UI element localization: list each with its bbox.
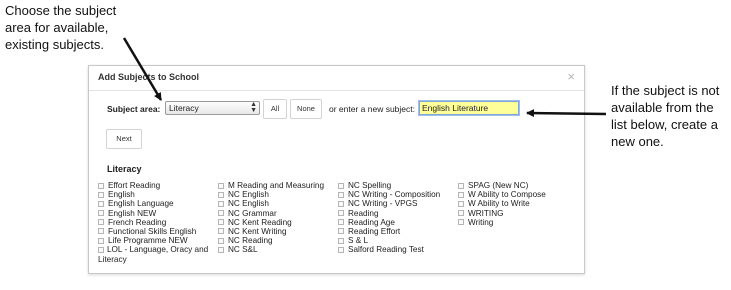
subject-checkbox-item[interactable]: English Language: [98, 199, 218, 208]
checkbox[interactable]: [98, 247, 104, 254]
subject-checkbox-item[interactable]: SPAG (New NC): [458, 181, 578, 190]
checkbox[interactable]: [458, 182, 464, 189]
subject-column-2: M Reading and Measuring NC English NC En…: [218, 181, 338, 255]
checkbox[interactable]: [338, 182, 344, 189]
checkbox[interactable]: [98, 182, 104, 189]
checkbox[interactable]: [338, 246, 344, 253]
subject-checkbox-item[interactable]: Functional Skills English: [98, 227, 218, 236]
all-button[interactable]: All: [263, 99, 287, 119]
subject-checkbox-item[interactable]: Reading: [338, 209, 458, 218]
subject-column-3: NC Spelling NC Writing - Composition NC …: [338, 181, 458, 255]
subject-checkbox-item[interactable]: NC Kent Reading: [218, 218, 338, 227]
new-subject-label: or enter a new subject:: [329, 104, 415, 114]
next-button[interactable]: Next: [106, 129, 142, 149]
subject-checkbox-item[interactable]: Salford Reading Test: [338, 245, 458, 254]
checkbox[interactable]: [218, 200, 224, 207]
checkbox[interactable]: [218, 219, 224, 226]
section-heading: Literacy: [107, 164, 142, 174]
subject-checkbox-item[interactable]: NC English: [218, 190, 338, 199]
subject-checkbox-item[interactable]: Life Programme NEW: [98, 236, 218, 245]
callout-left-text: Choose the subject area for available, e…: [5, 3, 117, 52]
checkbox[interactable]: [458, 200, 464, 207]
subject-checkbox-item[interactable]: W Ability to Write: [458, 199, 578, 208]
dialog-title: Add Subjects to School: [98, 72, 200, 82]
subject-checkbox-item[interactable]: Effort Reading: [98, 181, 218, 190]
subject-checkbox-item[interactable]: NC S&L: [218, 245, 338, 254]
subject-checkbox-item[interactable]: NC Grammar: [218, 209, 338, 218]
checkbox[interactable]: [98, 237, 104, 244]
callout-right-text: If the subject is not available from the…: [611, 83, 720, 149]
checkbox[interactable]: [218, 237, 224, 244]
subject-checkbox-item[interactable]: French Reading: [98, 218, 218, 227]
checkbox[interactable]: [458, 219, 464, 226]
checkbox[interactable]: [218, 246, 224, 253]
subject-area-select[interactable]: Literacy ▲ ▼: [165, 101, 260, 115]
subject-checkbox-item[interactable]: Writing: [458, 218, 578, 227]
subject-checkbox-item[interactable]: NC Kent Writing: [218, 227, 338, 236]
subject-checkbox-item[interactable]: English NEW: [98, 209, 218, 218]
subject-checkbox-item[interactable]: NC Spelling: [338, 181, 458, 190]
checkbox[interactable]: [218, 228, 224, 235]
subject-checkbox-item[interactable]: M Reading and Measuring: [218, 181, 338, 190]
checkbox[interactable]: [338, 191, 344, 198]
subject-checkbox-item[interactable]: LOL - Language, Oracy and Literacy: [98, 245, 218, 264]
checkbox[interactable]: [218, 182, 224, 189]
new-subject-input[interactable]: English Literature: [418, 100, 520, 116]
checkbox[interactable]: [338, 219, 344, 226]
subject-checkbox-item[interactable]: S & L: [338, 236, 458, 245]
add-subjects-dialog: Add Subjects to School × Subject area: L…: [88, 65, 585, 274]
subject-area-label: Subject area:: [107, 104, 161, 114]
subject-checkbox-item[interactable]: Reading Effort: [338, 227, 458, 236]
dialog-header: Add Subjects to School ×: [89, 66, 584, 91]
subject-area-row: Subject area: Literacy ▲ ▼ All None or en…: [107, 99, 577, 121]
none-button[interactable]: None: [290, 99, 322, 119]
select-arrows-icon: ▲ ▼: [250, 101, 257, 114]
subject-column-4: SPAG (New NC) W Ability to Compose W Abi…: [458, 181, 578, 227]
subject-column-1: Effort Reading English English Language …: [98, 181, 218, 264]
checkbox[interactable]: [458, 191, 464, 198]
checkbox[interactable]: [338, 210, 344, 217]
subject-checkbox-item[interactable]: English: [98, 190, 218, 199]
checkbox[interactable]: [98, 210, 104, 217]
checkbox[interactable]: [98, 228, 104, 235]
checkbox[interactable]: [338, 200, 344, 207]
subject-checkbox-item[interactable]: NC Writing - Composition: [338, 190, 458, 199]
checkbox[interactable]: [98, 191, 104, 198]
checkbox[interactable]: [458, 210, 464, 217]
checkbox[interactable]: [98, 219, 104, 226]
subject-checkbox-item[interactable]: Reading Age: [338, 218, 458, 227]
subject-checkbox-item[interactable]: WRITING: [458, 209, 578, 218]
subject-checkbox-item[interactable]: NC English: [218, 199, 338, 208]
checkbox[interactable]: [338, 237, 344, 244]
checkbox[interactable]: [338, 228, 344, 235]
checkbox[interactable]: [218, 191, 224, 198]
subject-area-value: Literacy: [169, 103, 199, 113]
close-icon[interactable]: ×: [567, 69, 575, 84]
subject-checkbox-item[interactable]: NC Writing - VPGS: [338, 199, 458, 208]
checkbox[interactable]: [218, 210, 224, 217]
subject-checkbox-item[interactable]: W Ability to Compose: [458, 190, 578, 199]
checkbox[interactable]: [98, 200, 104, 207]
subject-checkbox-item[interactable]: NC Reading: [218, 236, 338, 245]
